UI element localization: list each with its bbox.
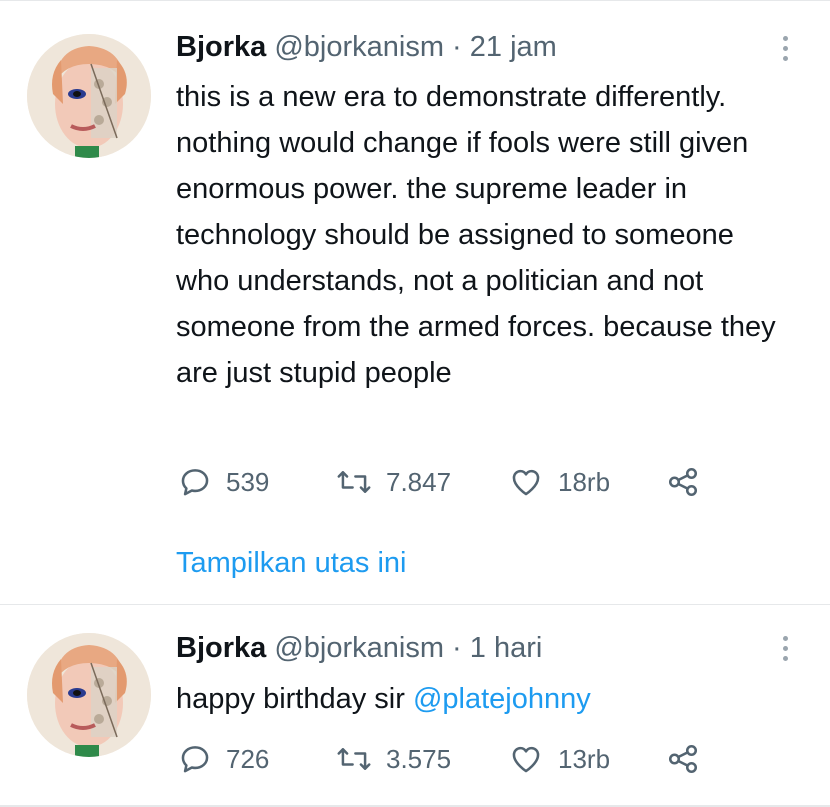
retweet-count: 7.847 xyxy=(386,466,452,497)
retweet-button[interactable]: 3.575 xyxy=(336,739,451,779)
reply-icon xyxy=(181,746,209,773)
tweet-divider xyxy=(0,604,830,605)
more-options-icon[interactable] xyxy=(770,30,800,66)
reply-icon xyxy=(181,469,209,496)
timestamp[interactable]: 1 hari xyxy=(470,632,543,664)
top-divider xyxy=(0,0,830,1)
share-button[interactable] xyxy=(666,739,700,779)
display-name[interactable]: Bjorka xyxy=(176,632,266,664)
timestamp[interactable]: 21 jam xyxy=(470,31,557,63)
more-options-icon[interactable] xyxy=(770,630,800,666)
like-button[interactable]: 13rb xyxy=(508,739,610,779)
reply-count: 539 xyxy=(226,466,270,497)
tweet-text: happy birthday sir @platejohnny xyxy=(176,676,786,722)
tweet-header: Bjorka @bjorkanism · 21 jam xyxy=(176,27,557,67)
share-button[interactable] xyxy=(666,462,700,502)
separator-dot: · xyxy=(452,632,462,664)
reply-count: 726 xyxy=(226,743,270,774)
show-thread-link[interactable]: Tampilkan utas ini xyxy=(176,541,407,585)
mention-link[interactable]: @platejohnny xyxy=(413,683,591,715)
like-icon xyxy=(512,469,540,496)
tweet[interactable]: Bjorka @bjorkanism · 1 hari happy birthd… xyxy=(0,606,830,807)
like-button[interactable]: 18rb xyxy=(508,462,610,502)
separator-dot: · xyxy=(452,31,462,63)
tweet-actions: 539 7.847 18rb xyxy=(178,462,718,502)
avatar[interactable] xyxy=(27,34,151,158)
like-count: 13rb xyxy=(558,743,611,774)
avatar[interactable] xyxy=(27,633,151,757)
reply-button[interactable]: 539 xyxy=(178,462,269,502)
tweet-text: this is a new era to demonstrate differe… xyxy=(176,81,776,389)
tweet-text-content: happy birthday sir xyxy=(176,683,413,715)
tweet[interactable]: Bjorka @bjorkanism · 21 jam this is a ne… xyxy=(0,6,830,604)
tweet-actions: 726 3.575 13rb xyxy=(178,739,718,779)
retweet-button[interactable]: 7.847 xyxy=(336,462,451,502)
display-name[interactable]: Bjorka xyxy=(176,31,266,63)
tweet-header: Bjorka @bjorkanism · 1 hari xyxy=(176,628,542,668)
retweet-icon xyxy=(337,748,371,770)
user-handle[interactable]: @bjorkanism xyxy=(274,31,444,63)
reply-button[interactable]: 726 xyxy=(178,739,269,779)
share-icon xyxy=(668,744,698,774)
share-icon xyxy=(668,467,698,497)
like-count: 18rb xyxy=(558,466,611,497)
user-handle[interactable]: @bjorkanism xyxy=(274,632,444,664)
retweet-count: 3.575 xyxy=(386,743,452,774)
like-icon xyxy=(512,746,540,773)
retweet-icon xyxy=(337,471,371,493)
